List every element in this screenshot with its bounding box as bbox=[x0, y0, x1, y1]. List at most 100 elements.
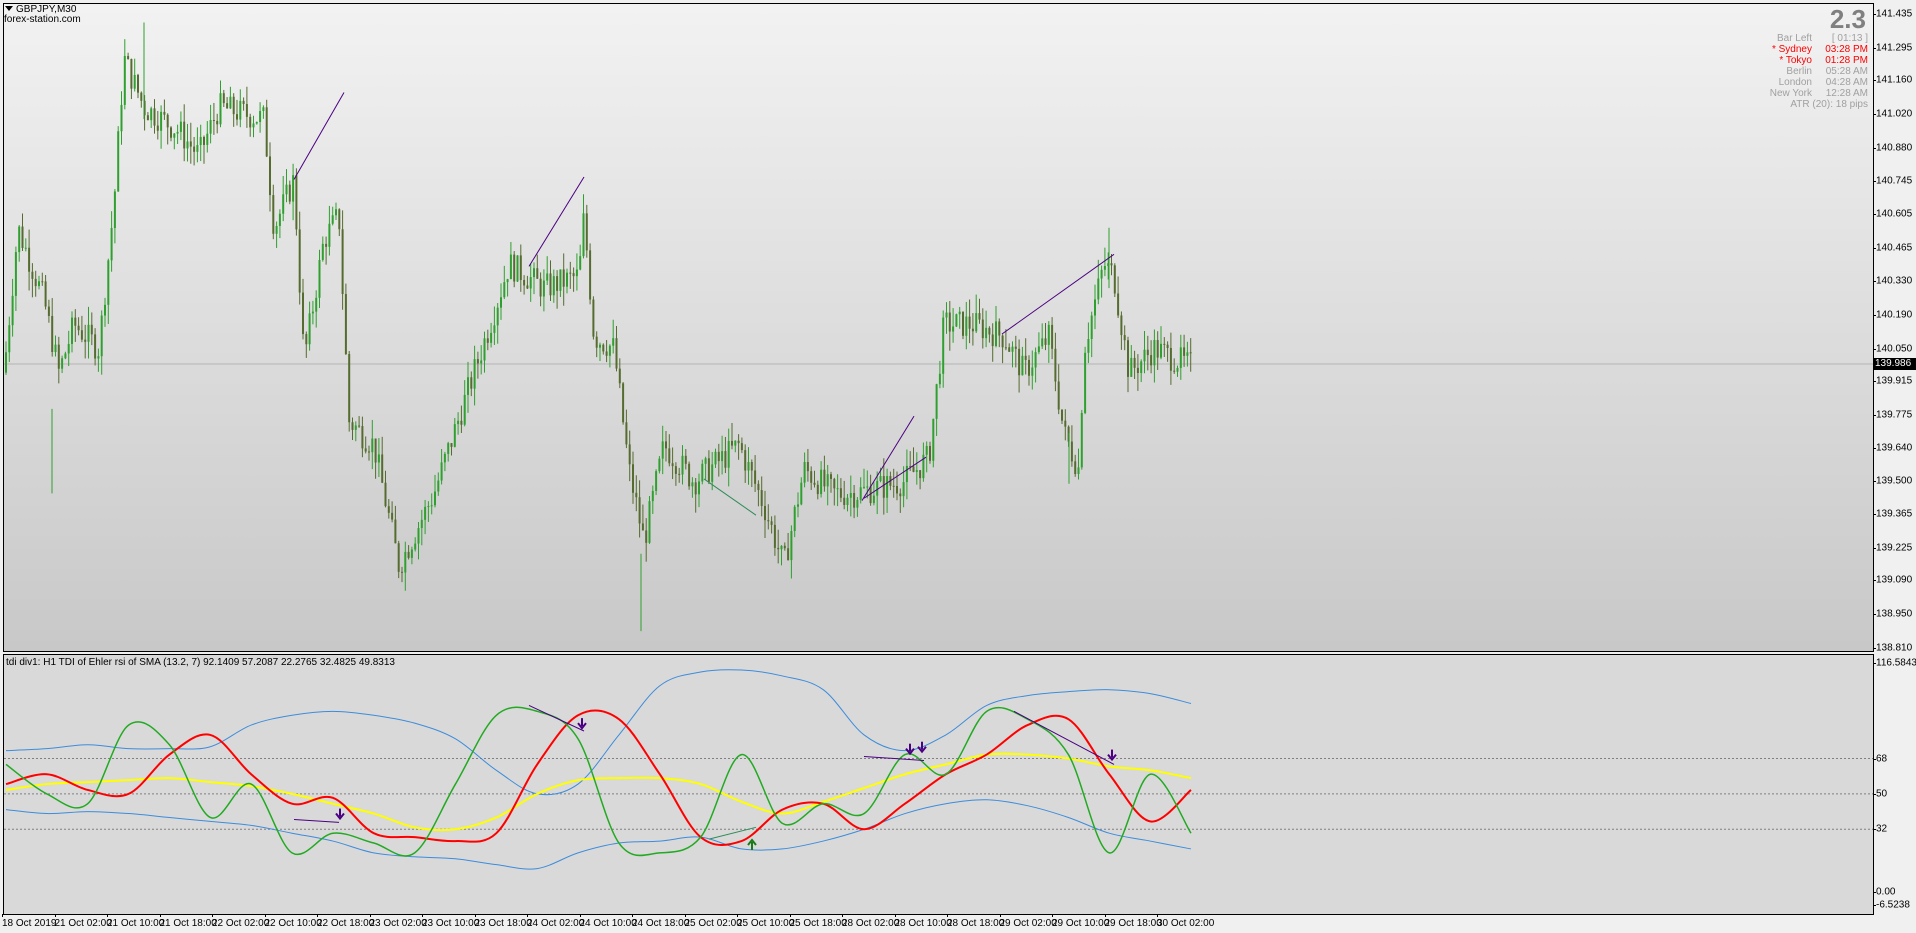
candle-body bbox=[34, 278, 37, 287]
candle-body bbox=[556, 276, 559, 291]
time-tick-label: 28 Oct 02:00 bbox=[842, 918, 900, 929]
candle-body bbox=[585, 213, 588, 251]
candle-body bbox=[1070, 441, 1073, 462]
candle-body bbox=[457, 420, 460, 425]
candle-body bbox=[902, 482, 905, 497]
candle-body bbox=[308, 313, 311, 345]
candle-body bbox=[641, 523, 644, 531]
candle-body bbox=[579, 256, 582, 270]
time-tick-mark bbox=[54, 914, 56, 917]
candle-body bbox=[1160, 343, 1162, 358]
candle-body bbox=[905, 465, 908, 483]
candle-body bbox=[186, 141, 189, 149]
candle-body bbox=[945, 312, 948, 318]
candle-body bbox=[684, 455, 687, 464]
trend-line[interactable] bbox=[293, 92, 345, 180]
candle-body bbox=[1024, 355, 1027, 360]
indicator-trend-line[interactable] bbox=[528, 704, 585, 732]
candle-body bbox=[1047, 324, 1050, 345]
candle-body bbox=[866, 486, 869, 488]
time-tick-mark bbox=[527, 914, 528, 917]
time-tick-mark bbox=[474, 914, 476, 917]
candle-body bbox=[1169, 347, 1172, 371]
candle-body bbox=[140, 92, 143, 101]
candle-body bbox=[760, 490, 763, 506]
indicator-tick-label: 116.5843 bbox=[1876, 657, 1916, 669]
price-chart-panel[interactable] bbox=[3, 3, 1874, 652]
candle-body bbox=[424, 506, 427, 520]
candle-body bbox=[826, 474, 829, 487]
candle-body bbox=[783, 545, 786, 549]
candle-body bbox=[496, 307, 499, 326]
candle-body bbox=[513, 254, 516, 282]
candle-body bbox=[420, 519, 423, 529]
candle-body bbox=[437, 480, 440, 492]
dropdown-triangle-icon[interactable] bbox=[5, 6, 13, 11]
candle-body bbox=[1189, 352, 1192, 354]
price-tick-label: 139.915 bbox=[1876, 375, 1913, 387]
candle-body bbox=[315, 297, 318, 312]
candle-body bbox=[358, 425, 361, 427]
candle-body bbox=[486, 338, 489, 343]
indicator-axis[interactable]: 116.5843 68 50 32 0.00 -6.5238 bbox=[1873, 653, 1916, 914]
session-row: Berlin 05:28 AM bbox=[1700, 66, 1868, 77]
candle-body bbox=[1097, 278, 1100, 300]
indicator-trend-line[interactable] bbox=[293, 818, 340, 823]
candle-body bbox=[8, 325, 11, 353]
candle-body bbox=[552, 276, 555, 296]
candle-body bbox=[1061, 409, 1063, 421]
time-tick-mark bbox=[842, 914, 843, 917]
time-tick-label: 21 Oct 02:00 bbox=[54, 918, 112, 929]
price-tick-label: 140.605 bbox=[1876, 208, 1913, 220]
candle-body bbox=[450, 443, 453, 447]
candle-body bbox=[773, 524, 776, 548]
time-tick-mark bbox=[2, 914, 3, 917]
candle-body bbox=[397, 543, 400, 572]
indicator-panel[interactable] bbox=[3, 654, 1874, 915]
price-tick-label: 140.050 bbox=[1876, 343, 1913, 354]
session-row: * Sydney 03:28 PM bbox=[1700, 44, 1868, 55]
candle-body bbox=[133, 74, 136, 89]
candle-body bbox=[757, 483, 760, 491]
candle-body bbox=[384, 482, 387, 507]
candle-body bbox=[460, 420, 463, 425]
candle-body bbox=[625, 422, 628, 445]
candle-body bbox=[1008, 347, 1011, 352]
candle-body bbox=[173, 133, 176, 138]
trend-line[interactable] bbox=[528, 176, 585, 267]
trend-line[interactable] bbox=[1001, 253, 1115, 335]
candle-body bbox=[823, 469, 826, 487]
time-tick-label: 22 Oct 02:00 bbox=[212, 918, 270, 929]
time-axis[interactable]: 18 Oct 2019 21 Oct 02:00 21 Oct 10:00 21 Oc… bbox=[0, 914, 1873, 933]
candle-body bbox=[793, 506, 796, 532]
candle-body bbox=[325, 243, 328, 247]
candle-body bbox=[71, 317, 73, 344]
indicator-tick-label: 32 bbox=[1876, 823, 1888, 835]
time-tick-label: 28 Oct 10:00 bbox=[894, 918, 952, 929]
candle-body bbox=[113, 191, 116, 229]
tdi-indicator-chart bbox=[4, 669, 1873, 870]
candle-body bbox=[886, 476, 889, 498]
candle-body bbox=[549, 273, 552, 296]
candle-body bbox=[717, 451, 720, 462]
candle-body bbox=[919, 470, 922, 479]
indicator-trend-line[interactable] bbox=[1013, 710, 1115, 765]
candle-body bbox=[77, 325, 80, 331]
candle-body bbox=[952, 326, 955, 332]
candle-body bbox=[1080, 413, 1083, 468]
candle-body bbox=[453, 424, 456, 447]
price-axis[interactable]: 141.435 141.295 141.160 141.020 140.880 140.7… bbox=[1873, 0, 1916, 654]
candle-body bbox=[236, 114, 238, 120]
session-time: 12:28 AM bbox=[1825, 88, 1868, 99]
price-tick-label: 140.880 bbox=[1876, 142, 1913, 154]
candle-body bbox=[744, 450, 747, 471]
candle-body bbox=[688, 463, 691, 487]
candle-body bbox=[958, 311, 961, 315]
candle-body bbox=[721, 451, 724, 462]
candle-body bbox=[427, 506, 430, 508]
candle-body bbox=[193, 146, 196, 152]
time-tick-mark bbox=[789, 914, 791, 917]
price-tick-mark bbox=[1873, 447, 1876, 449]
candle-body bbox=[163, 111, 166, 115]
candle-body bbox=[559, 269, 562, 291]
